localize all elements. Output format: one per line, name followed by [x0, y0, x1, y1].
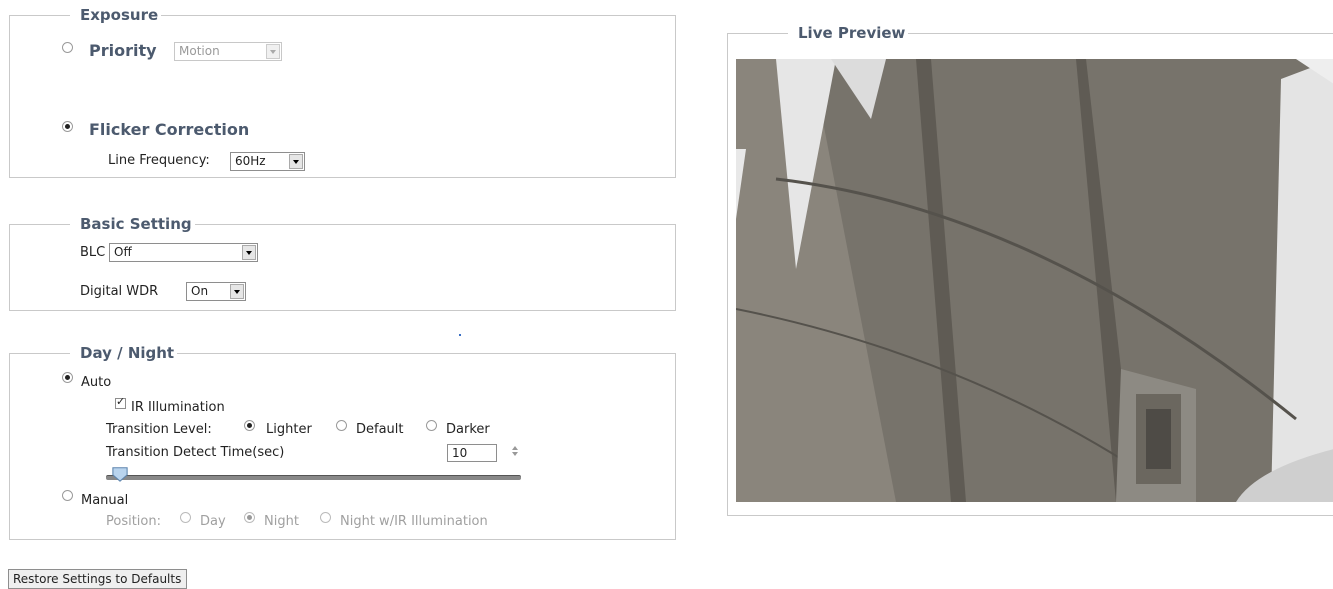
ir-illumination-label: IR Illumination — [131, 400, 225, 415]
manual-label: Manual — [81, 493, 129, 508]
flicker-correction-radio[interactable] — [62, 121, 73, 132]
priority-radio[interactable] — [62, 42, 73, 53]
line-frequency-select[interactable]: 60Hz — [230, 152, 305, 171]
default-radio[interactable] — [336, 420, 347, 431]
night-ir-label: Night w/IR Illumination — [340, 514, 488, 529]
day-night-panel: Day / Night Auto IR Illumination Transit… — [9, 343, 676, 540]
basic-setting-title: Basic Setting — [70, 214, 195, 234]
blc-select[interactable]: Off — [109, 243, 258, 262]
darker-label: Darker — [446, 422, 490, 437]
auto-radio[interactable] — [62, 372, 73, 383]
transition-level-label: Transition Level: — [106, 422, 212, 437]
exposure-title: Exposure — [70, 5, 162, 25]
basic-setting-panel: Basic Setting BLC Off Digital WDR On — [9, 214, 676, 311]
night-label: Night — [264, 514, 299, 529]
auto-label: Auto — [81, 375, 112, 390]
night-radio[interactable] — [244, 512, 255, 523]
chevron-down-icon — [230, 284, 244, 299]
transition-detect-time-label: Transition Detect Time(sec) — [106, 445, 285, 460]
day-radio[interactable] — [180, 512, 191, 523]
transition-detect-time-slider[interactable] — [106, 475, 521, 480]
blc-value: Off — [114, 245, 132, 259]
darker-radio[interactable] — [426, 420, 437, 431]
transition-detect-time-input[interactable]: 10 — [447, 444, 497, 462]
night-ir-radio[interactable] — [320, 512, 331, 523]
chevron-down-icon — [289, 154, 303, 169]
live-preview-panel: Live Preview — [727, 23, 1333, 516]
chevron-down-icon — [266, 44, 280, 59]
day-label: Day — [200, 514, 226, 529]
restore-defaults-button[interactable]: Restore Settings to Defaults — [8, 569, 187, 589]
lighter-label: Lighter — [266, 422, 312, 437]
blc-label: BLC — [80, 245, 106, 260]
ir-illumination-checkbox[interactable] — [115, 395, 126, 409]
digital-wdr-value: On — [191, 284, 209, 298]
priority-label: Priority — [89, 41, 157, 60]
dot — [459, 334, 461, 336]
digital-wdr-label: Digital WDR — [80, 284, 159, 299]
camera-preview-image — [736, 59, 1333, 502]
live-preview-title: Live Preview — [788, 23, 909, 43]
line-frequency-value: 60Hz — [235, 154, 266, 168]
camera-feed-graphic — [736, 59, 1333, 502]
lighter-radio[interactable] — [244, 420, 255, 431]
digital-wdr-select[interactable]: On — [186, 282, 246, 301]
manual-radio[interactable] — [62, 490, 73, 501]
priority-select[interactable]: Motion — [174, 42, 282, 61]
slider-thumb[interactable] — [110, 466, 130, 482]
default-label: Default — [356, 422, 404, 437]
exposure-panel: Exposure Priority Motion Flicker Correct… — [9, 5, 676, 178]
chevron-down-icon — [242, 245, 256, 260]
priority-select-value: Motion — [179, 44, 220, 58]
position-label: Position: — [106, 514, 161, 529]
day-night-title: Day / Night — [70, 343, 178, 363]
flicker-correction-label: Flicker Correction — [89, 120, 250, 139]
line-frequency-label: Line Frequency: — [108, 153, 210, 168]
spinner-icon[interactable] — [510, 444, 520, 462]
